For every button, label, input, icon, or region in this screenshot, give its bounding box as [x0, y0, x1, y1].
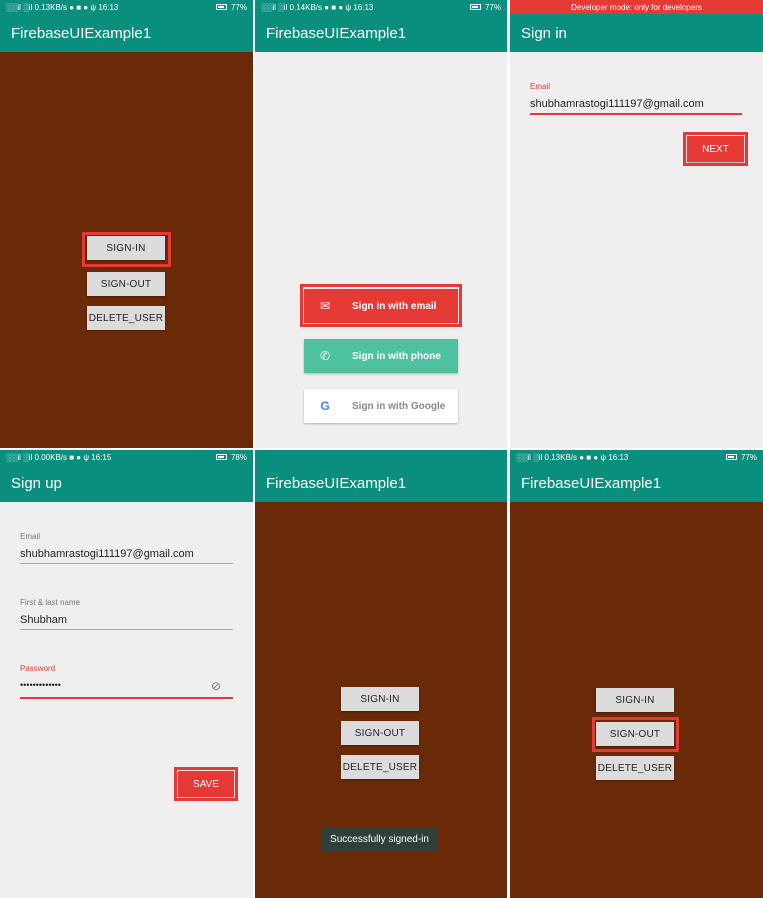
screen-1-home: ░░il ░il 0.13KB/s ● ■ ● ψ 16:13 77% Fire… — [0, 0, 253, 448]
screen-2-providers: ░░il ░il 0.14KB/s ● ■ ● ψ 16:13 77% Fire… — [255, 0, 507, 448]
email-underline — [530, 113, 742, 115]
sign-out-button[interactable]: SIGN-OUT — [341, 721, 419, 745]
status-left: ░░il ░il 0.13KB/s ● ■ ● ψ 16:13 — [6, 2, 119, 12]
email-underline — [20, 563, 233, 564]
status-left: ░░il ░il 0.14KB/s ● ■ ● ψ 16:13 — [261, 2, 374, 12]
name-label: First & last name — [20, 598, 81, 607]
highlight-box — [174, 767, 238, 801]
sign-in-google-button[interactable]: G Sign in with Google — [304, 389, 458, 423]
battery-icon — [469, 4, 481, 10]
content-area: Email shubhamrastogi111197@gmail.com NEX… — [510, 52, 763, 448]
app-title: FirebaseUIExample1 — [255, 464, 507, 502]
sign-in-button[interactable]: SIGN-IN — [596, 688, 674, 712]
content-area: Email shubhamrastogi111197@gmail.com Fir… — [0, 502, 253, 898]
delete-user-button[interactable]: DELETE_USER — [596, 756, 674, 780]
screen-4-sign-up: ░░il ░il 0.00KB/s ■ ● ψ 16:15 78% Sign u… — [0, 450, 253, 898]
status-bar: ░░il ░il 0.14KB/s ● ■ ● ψ 16:13 77% — [255, 0, 507, 14]
password-field[interactable]: ••••••••••••• — [20, 680, 61, 690]
name-underline — [20, 629, 233, 630]
content-area: SIGN-IN SIGN-OUT DELETE_USER — [510, 502, 763, 898]
highlight-box — [683, 132, 748, 166]
battery-percent: 77% — [484, 2, 501, 12]
sign-out-button[interactable]: SIGN-OUT — [87, 272, 165, 296]
provider-label: Sign in with phone — [352, 350, 441, 362]
content-area: SIGN-IN SIGN-OUT DELETE_USER Successfull… — [255, 502, 507, 898]
highlight-box — [592, 717, 679, 752]
sign-in-button[interactable]: SIGN-IN — [341, 687, 419, 711]
name-field[interactable]: Shubham — [20, 614, 67, 626]
email-label: Email — [20, 532, 41, 541]
status-left: ░░il ░il 0.00KB/s ■ ● ψ 16:15 — [6, 452, 112, 462]
app-title: Sign in — [510, 14, 763, 52]
screen-3-sign-in: Developer mode: only for developers Sign… — [510, 0, 763, 448]
developer-mode-banner: Developer mode: only for developers — [571, 2, 702, 12]
delete-user-button[interactable]: DELETE_USER — [87, 306, 165, 330]
screen-5-signed-in: FirebaseUIExample1 SIGN-IN SIGN-OUT DELE… — [255, 450, 507, 898]
provider-label: Sign in with Google — [352, 400, 446, 412]
password-label: Password — [20, 664, 56, 673]
battery-percent: 77% — [740, 452, 757, 462]
email-field[interactable]: shubhamrastogi111197@gmail.com — [530, 98, 704, 110]
battery-percent: 78% — [230, 452, 247, 462]
highlight-box — [82, 232, 171, 267]
app-title: FirebaseUIExample1 — [0, 14, 253, 52]
battery-icon — [725, 454, 737, 460]
visibility-off-icon[interactable]: ⊘ — [211, 679, 221, 693]
status-bar — [255, 450, 507, 464]
status-left: ░░il ░il 0.13KB/s ● ■ ● ψ 16:13 — [516, 452, 629, 462]
status-bar: Developer mode: only for developers — [510, 0, 763, 14]
email-label: Email — [530, 82, 551, 91]
battery-icon — [215, 4, 227, 10]
content-area: ✉ Sign in with email ✆ Sign in with phon… — [255, 52, 507, 448]
status-bar: ░░il ░il 0.00KB/s ■ ● ψ 16:15 78% — [0, 450, 253, 464]
toast-message: Successfully signed-in — [321, 827, 438, 851]
app-title: Sign up — [0, 464, 253, 502]
screen-6-sign-out: ░░il ░il 0.13KB/s ● ■ ● ψ 16:13 77% Fire… — [510, 450, 763, 898]
delete-user-button[interactable]: DELETE_USER — [341, 755, 419, 779]
google-icon: G — [320, 399, 330, 413]
phone-icon: ✆ — [319, 349, 331, 363]
app-title: FirebaseUIExample1 — [255, 14, 507, 52]
password-underline — [20, 697, 233, 699]
sign-in-phone-button[interactable]: ✆ Sign in with phone — [304, 339, 458, 373]
email-field[interactable]: shubhamrastogi111197@gmail.com — [20, 548, 194, 560]
app-title: FirebaseUIExample1 — [510, 464, 763, 502]
status-bar: ░░il ░il 0.13KB/s ● ■ ● ψ 16:13 77% — [510, 450, 763, 464]
battery-icon — [215, 454, 227, 460]
battery-percent: 77% — [230, 2, 247, 12]
highlight-box — [300, 284, 462, 327]
status-bar: ░░il ░il 0.13KB/s ● ■ ● ψ 16:13 77% — [0, 0, 253, 14]
content-area: SIGN-IN SIGN-OUT DELETE_USER — [0, 52, 253, 448]
